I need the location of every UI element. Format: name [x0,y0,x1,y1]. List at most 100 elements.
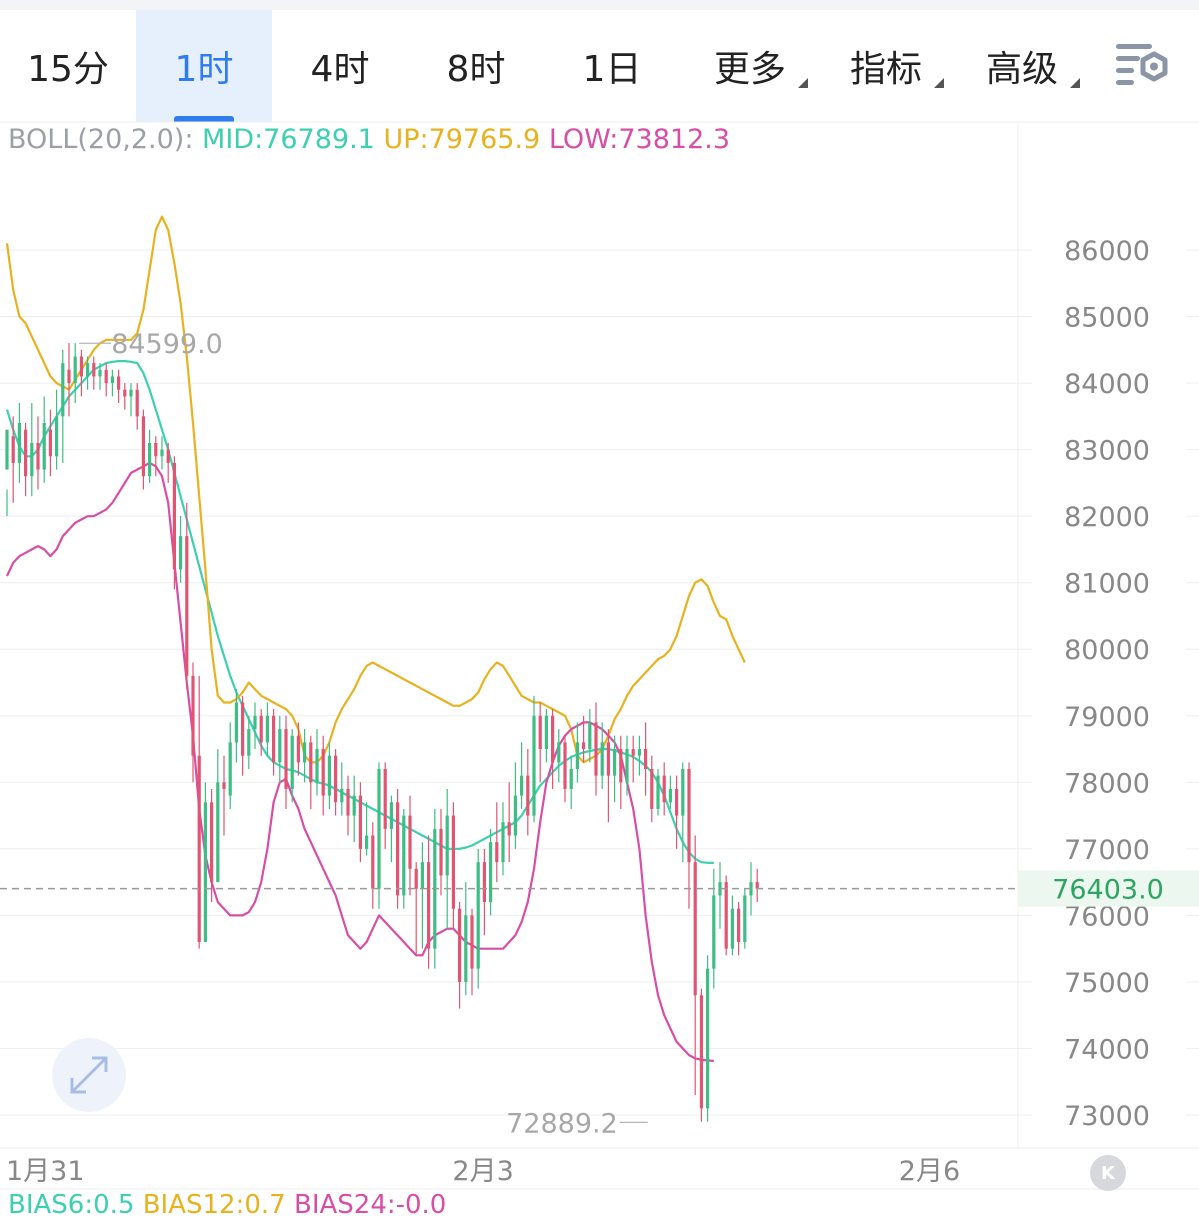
candle-body [538,715,542,750]
bias6-value: BIAS6:0.5 [8,1190,135,1220]
candle-body [123,389,127,397]
candle-body [557,742,561,763]
y-tick-label: 74000 [1064,1034,1150,1065]
candle-body [358,795,362,849]
candle-body [755,882,759,889]
y-tick-label: 83000 [1064,436,1150,467]
candle-body [420,862,424,889]
candlestick-chart[interactable]: 7300074000750007600077000780007900080000… [0,0,1199,1205]
candle-body [327,755,331,796]
bias24-value: BIAS24:-0.0 [293,1190,447,1220]
candle-body [104,369,108,384]
candle-body [737,908,741,942]
candle-body [30,442,34,477]
candle-body [203,802,207,942]
candle-body [365,835,369,849]
candle-body [309,742,313,783]
candle-body [575,742,579,769]
y-tick-label: 85000 [1064,303,1150,334]
candle-body [241,702,245,756]
candle-body [489,842,493,903]
candle-body [476,862,480,969]
candle-body [11,436,15,463]
candle-body [582,742,586,750]
candle-body [67,369,71,384]
candle-body [135,389,139,417]
candle-body [92,363,96,377]
candle-body [544,715,548,750]
candle-body [625,749,629,783]
candle-body [687,769,691,863]
candle-body [265,715,269,743]
candle-body [284,729,288,789]
candle-body [222,782,226,789]
candle-body [743,895,747,942]
candle-body [129,389,133,397]
candle-body [712,895,716,969]
candle-body [55,416,59,457]
candle-body [458,908,462,982]
candle-body [408,815,412,869]
candle-body [290,735,294,789]
candle-body [73,356,77,384]
expand-arrows-icon [70,1056,108,1094]
candle-body [191,675,195,756]
y-tick-label: 73000 [1064,1101,1150,1132]
y-tick-label: 82000 [1064,502,1150,533]
candle-body [451,815,455,909]
scroll-to-latest-button[interactable]: K [1090,1155,1126,1191]
y-tick-label: 79000 [1064,702,1150,733]
candle-body [588,722,592,750]
candle-body [532,715,536,816]
candle-body [520,775,524,796]
y-tick-label: 86000 [1064,236,1150,267]
candle-body [414,868,418,889]
candle-body [346,788,350,816]
x-tick-label: 1月31 [6,1156,85,1187]
candle-body [662,775,666,803]
candle-body [569,769,573,789]
candle-body [563,742,567,789]
candle-body [247,729,251,756]
candle-body [334,755,338,803]
x-tick-label: 2月6 [899,1156,960,1187]
candle-body [172,462,176,570]
candle-body [600,742,604,776]
y-tick-label: 81000 [1064,569,1150,600]
candle-body [371,835,375,889]
candle-body [681,769,685,816]
candle-body [383,769,387,829]
boll-up-line [5,215,746,764]
candle-body [439,828,443,876]
candle-body [513,795,517,836]
candle-body [470,915,474,969]
candle-body [160,449,164,457]
candle-body [48,429,52,457]
candle-body [79,356,83,377]
high-marker-label: 84599.0 [111,329,223,360]
candle-body [272,715,276,763]
candle-body [148,442,152,477]
candle-body [340,788,344,803]
candle-body [650,769,654,809]
bias12-value: BIAS12:0.7 [142,1190,286,1220]
candle-body [303,742,307,763]
expand-chart-button[interactable] [52,1038,126,1112]
candle-body [606,742,610,776]
candle-body [637,749,641,756]
x-tick-label: 2月3 [452,1156,513,1187]
candle-body [42,423,46,470]
bias-legend: BIAS6:0.5 BIAS12:0.7 BIAS24:-0.0 [8,1192,446,1218]
candle-body [24,429,28,477]
candle-body [724,882,728,949]
candle-body [706,968,710,1109]
candle-body [445,815,449,876]
candle-body [321,749,325,796]
candle-body [631,749,635,756]
y-tick-label: 80000 [1064,635,1150,666]
y-tick-label: 77000 [1064,835,1150,866]
candle-body [396,802,400,896]
candle-body [210,802,214,883]
candle-body [594,722,598,776]
candle-body [507,822,511,836]
